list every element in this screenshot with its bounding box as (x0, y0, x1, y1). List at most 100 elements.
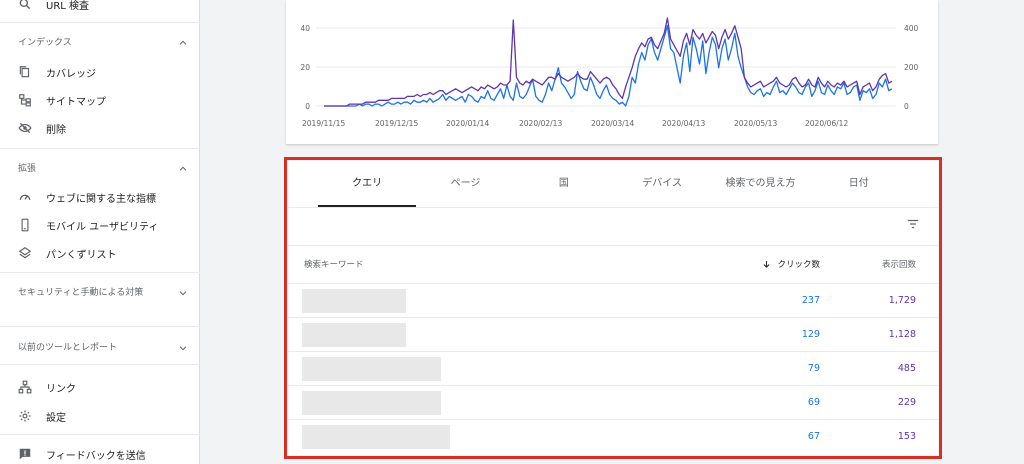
x-axis-tick: 2020/06/12 (805, 119, 848, 128)
redacted-keyword (302, 425, 450, 449)
clicks-value: 67 (807, 431, 820, 442)
tab-devices[interactable]: デバイス (613, 173, 711, 207)
redacted-keyword (302, 323, 406, 347)
column-header-label: クリック数 (777, 260, 820, 270)
sidebar-item-label: フィードバックを送信 (46, 450, 146, 462)
column-header-clicks[interactable]: クリック数 (762, 258, 820, 270)
x-axis-tick: 2020/05/13 (734, 119, 777, 128)
sidebar-item-label: 削除 (46, 124, 66, 136)
left-axis-tick: 20 (300, 63, 310, 72)
x-axis-tick: 2020/01/14 (446, 119, 489, 128)
performance-line-chart: 0204002004002019/11/15 2019/12/15 2020/01/… (300, 17, 919, 128)
table-row[interactable]: 79 485 (288, 351, 938, 385)
table-row[interactable]: 129 1,128 (288, 317, 938, 351)
column-header-keyword[interactable]: 検索キーワード (304, 258, 364, 270)
visibility-off-icon (18, 121, 32, 135)
copy-icon (18, 65, 32, 79)
section-index-header[interactable]: インデックス (18, 36, 188, 50)
section-security-header[interactable]: セキュリティと手動による対策 (18, 286, 187, 300)
divider (0, 272, 200, 273)
sidebar-item-label: URL 検査 (46, 0, 90, 12)
impressions-value: 485 (897, 363, 916, 374)
clicks-value: 237 (801, 295, 820, 306)
tab-dates[interactable]: 日付 (810, 173, 908, 207)
x-axis-tick: 2019/11/15 (302, 119, 345, 128)
links-tree-icon (18, 380, 32, 394)
tab-pages[interactable]: ページ (416, 173, 514, 207)
sidebar-item-label: サイトマップ (46, 96, 106, 108)
redacted-keyword (302, 391, 441, 415)
speed-gauge-icon (18, 190, 32, 204)
left-axis-tick: 0 (305, 102, 310, 111)
sidebar-item-breadcrumbs[interactable]: パンくずリスト (18, 243, 117, 263)
sitemap-icon (18, 93, 32, 107)
chevron-down-icon (179, 291, 187, 296)
sidebar-item-sitemaps[interactable]: サイトマップ (18, 90, 106, 110)
impressions-value: 1,729 (888, 295, 916, 306)
feedback-icon (18, 447, 32, 461)
divider (0, 22, 200, 23)
divider (0, 364, 200, 365)
section-title: 拡張 (18, 164, 37, 174)
table-row[interactable]: 67 153 (288, 419, 938, 453)
column-header-impressions[interactable]: 表示回数 (882, 258, 916, 270)
table-row[interactable]: 237 1,729 (288, 283, 938, 317)
sidebar-item-settings[interactable]: 設定 (18, 406, 66, 426)
section-title: 以前のツールとレポート (18, 343, 118, 353)
clicks-series-line (324, 25, 893, 107)
sidebar-item-label: カバレッジ (46, 68, 96, 80)
x-axis-tick: 2019/12/15 (375, 119, 418, 128)
right-axis-tick: 200 (904, 63, 919, 72)
layers-icon (18, 246, 32, 260)
performance-table-card: クエリ ページ 国 デバイス 検索での見え方 日付 検索キーワード クリック数 … (288, 161, 938, 455)
performance-chart-card: 0 20 40 0 200 400 2019/11/15 2019/12/15 2020/01/… (286, 0, 938, 144)
chevron-up-icon (179, 40, 187, 45)
dimension-tabs: クエリ ページ 国 デバイス 検索での見え方 日付 (318, 173, 908, 207)
divider (0, 434, 200, 435)
x-axis-tick: 2020/03/14 (591, 119, 634, 128)
table-row[interactable]: 69 229 (288, 385, 938, 419)
impressions-value: 153 (897, 431, 916, 442)
right-axis-tick: 0 (904, 102, 909, 111)
sidebar: URL 検査 インデックス カバレッジ サイトマップ 削除 拡張 ウェブに関する… (0, 0, 200, 464)
section-legacy-header[interactable]: 以前のツールとレポート (18, 341, 188, 355)
section-title: セキュリティと手動による対策 (18, 288, 144, 298)
chevron-down-icon (179, 346, 187, 351)
sidebar-item-core-web-vitals[interactable]: ウェブに関する主な指標 (18, 187, 156, 207)
right-axis-tick: 400 (904, 24, 919, 33)
divider (288, 245, 938, 246)
smartphone-icon (18, 218, 32, 232)
section-enhancements-header[interactable]: 拡張 (18, 162, 188, 176)
tab-search-appearance[interactable]: 検索での見え方 (711, 173, 809, 207)
sidebar-item-feedback[interactable]: フィードバックを送信 (18, 444, 146, 464)
search-icon (18, 0, 32, 11)
sidebar-item-label: ウェブに関する主な指標 (46, 193, 156, 205)
redacted-keyword (302, 357, 441, 381)
redacted-keyword (302, 289, 406, 313)
sidebar-item-links[interactable]: リンク (18, 377, 76, 397)
divider (288, 207, 938, 208)
sidebar-item-url-inspection[interactable]: URL 検査 (18, 0, 89, 14)
x-axis-tick: 2020/02/13 (519, 119, 562, 128)
tab-queries[interactable]: クエリ (318, 173, 417, 207)
clicks-value: 69 (807, 397, 820, 408)
impressions-series-line (324, 17, 893, 107)
x-axis-tick: 2020/04/13 (662, 119, 705, 128)
sidebar-item-label: パンくずリスト (46, 249, 117, 261)
gear-icon (18, 409, 32, 423)
sidebar-item-label: モバイル ユーザビリティ (46, 221, 159, 233)
divider (0, 148, 200, 149)
tab-countries[interactable]: 国 (515, 173, 613, 207)
impressions-value: 229 (897, 397, 916, 408)
sidebar-item-label: 設定 (46, 412, 66, 424)
divider (0, 326, 200, 327)
sidebar-item-coverage[interactable]: カバレッジ (18, 62, 96, 82)
clicks-value: 129 (801, 329, 820, 340)
sidebar-item-removals[interactable]: 削除 (18, 118, 66, 138)
chevron-up-icon (179, 166, 187, 171)
filter-icon[interactable] (906, 217, 920, 231)
arrow-down-icon (764, 260, 770, 268)
sidebar-item-mobile-usability[interactable]: モバイル ユーザビリティ (18, 215, 158, 235)
clicks-value: 79 (807, 363, 820, 374)
left-axis-tick: 40 (300, 24, 310, 33)
